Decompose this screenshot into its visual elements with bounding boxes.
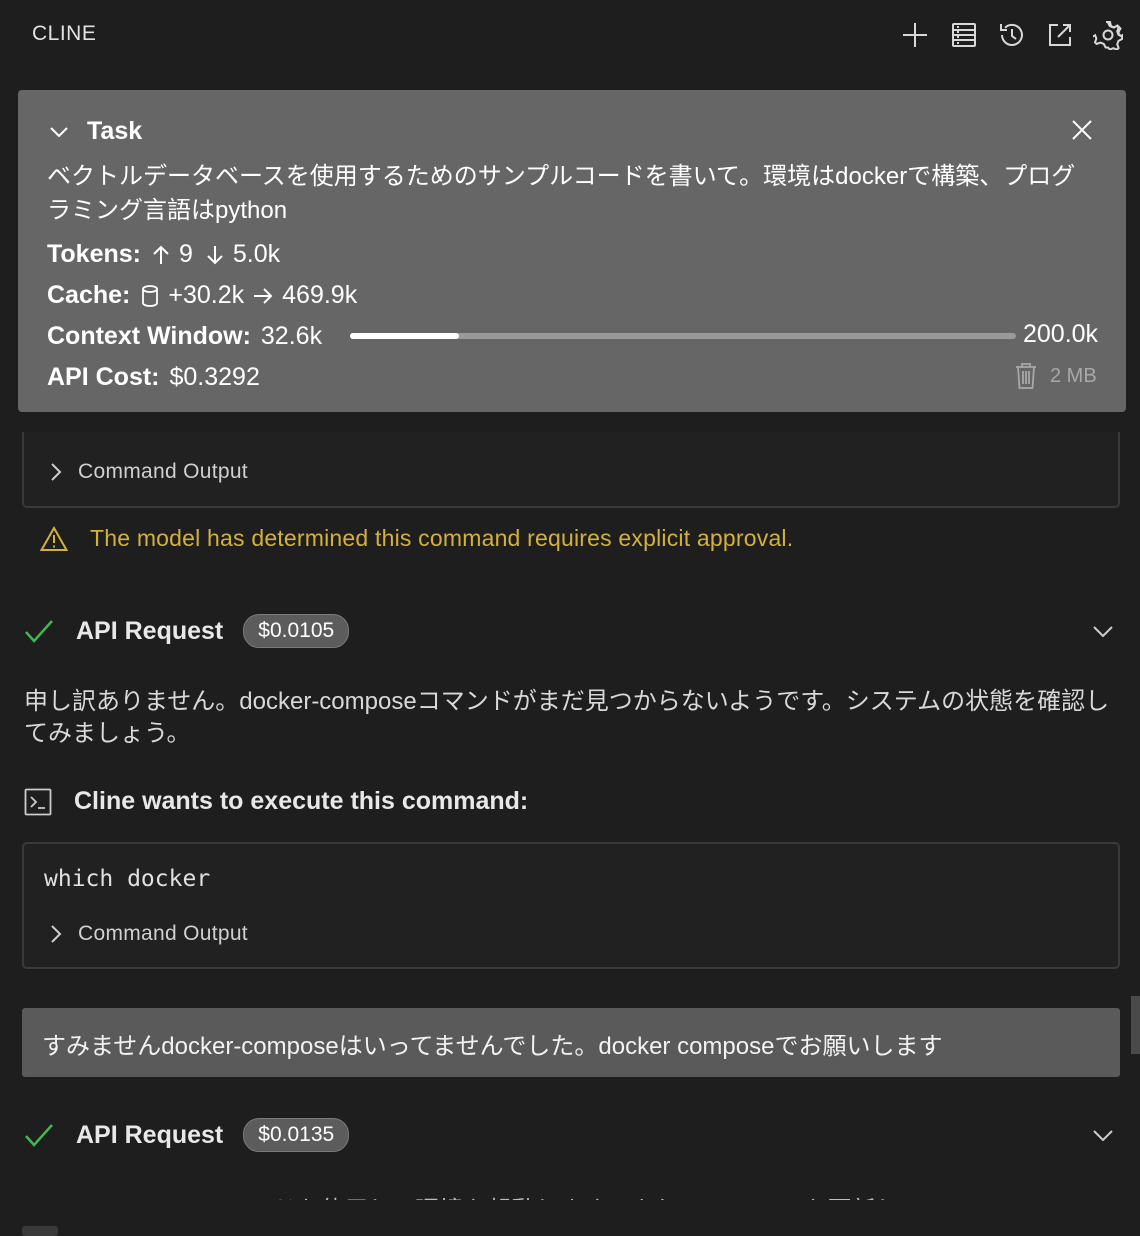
api-cost-stat: API Cost: $0.3292 — [47, 363, 260, 392]
settings-button[interactable] — [1090, 16, 1126, 54]
chevron-right-icon — [51, 463, 62, 481]
new-task-button[interactable] — [897, 16, 933, 54]
arrow-up-icon — [153, 245, 169, 264]
context-max: 200.0k — [1023, 320, 1099, 348]
scrollbar-thumb[interactable] — [1131, 996, 1140, 1054]
gear-icon — [1093, 21, 1123, 50]
cost-badge: $0.0135 — [243, 1118, 350, 1152]
database-icon — [142, 284, 159, 307]
warning-icon — [40, 525, 68, 551]
popout-button[interactable] — [1042, 16, 1078, 54]
context-progress-fill — [350, 333, 459, 339]
cache-write: +30.2k — [168, 281, 245, 309]
cost-badge: $0.0105 — [243, 614, 350, 648]
cache-label: Cache: — [47, 281, 131, 309]
input-area-edge — [22, 1226, 58, 1236]
arrow-down-icon — [207, 245, 223, 264]
command-output-label: Command Output — [78, 460, 248, 483]
cache-stat: Cache: +30.2k 469.9k — [47, 281, 357, 310]
api-request-row[interactable]: API Request $0.0135 — [24, 1115, 1124, 1155]
execute-command-header: Cline wants to execute this command: — [24, 787, 528, 816]
mcp-servers-button[interactable] — [946, 16, 982, 54]
size-value: 2 MB — [1050, 364, 1097, 387]
task-title: Task — [87, 117, 143, 145]
app-title: CLINE — [32, 22, 97, 45]
task-size: 2 MB — [1014, 362, 1097, 390]
context-used: 32.6k — [260, 322, 323, 350]
command-box-previous: Command Output — [22, 432, 1120, 508]
task-text: ベクトルデータベースを使用するためのサンプルコードを書いて。環境はdockerで… — [47, 163, 1076, 224]
command-output-toggle[interactable]: Command Output — [50, 922, 248, 946]
context-window-stat: Context Window: 32.6k — [47, 322, 322, 351]
check-icon — [25, 1124, 53, 1147]
task-panel: Task ベクトルデータベースを使用するためのサンプルコードを書いて。環境はdo… — [18, 90, 1126, 412]
check-icon — [25, 620, 53, 643]
tokens-label: Tokens: — [47, 240, 141, 268]
header: CLINE — [0, 0, 1140, 70]
chevron-down-icon[interactable] — [1092, 621, 1114, 641]
cache-read: 469.9k — [282, 281, 358, 309]
assistant-message: 申し訳ありません。docker-composeコマンドがまだ見つからないようです… — [24, 688, 1110, 747]
execute-command-label: Cline wants to execute this command: — [74, 787, 529, 815]
tokens-stat: Tokens: 9 5.0k — [47, 240, 280, 269]
command-text: which docker — [44, 866, 211, 892]
api-request-label: API Request — [76, 1120, 224, 1149]
api-cost-label: API Cost: — [47, 363, 160, 391]
plus-icon — [903, 23, 927, 47]
viewport-edge — [0, 1200, 1140, 1234]
context-label: Context Window: — [47, 322, 251, 350]
chevron-down-icon[interactable] — [48, 121, 70, 143]
command-box: which docker Command Output — [22, 842, 1120, 969]
user-message: すみませんdocker-composeはいってませんでした。docker com… — [22, 1008, 1120, 1077]
warning-text: The model has determined this command re… — [90, 525, 794, 551]
context-progress-bar — [350, 333, 1016, 339]
mcp-servers-icon — [952, 23, 976, 47]
history-button[interactable] — [994, 16, 1030, 54]
close-icon[interactable] — [1070, 118, 1094, 142]
api-cost-value: $0.3292 — [169, 363, 260, 391]
api-request-row[interactable]: API Request $0.0105 — [24, 611, 1124, 651]
chevron-right-icon — [51, 925, 62, 943]
popout-icon — [1049, 24, 1071, 46]
history-icon — [1000, 23, 1023, 46]
approval-warning: The model has determined this command re… — [40, 525, 793, 552]
tokens-out: 5.0k — [232, 240, 281, 268]
trash-icon[interactable] — [1014, 362, 1038, 390]
command-output-label: Command Output — [78, 922, 248, 945]
arrow-right-icon — [254, 287, 273, 304]
terminal-icon — [24, 788, 52, 815]
chevron-down-icon[interactable] — [1092, 1125, 1114, 1145]
tokens-in: 9 — [179, 240, 193, 268]
user-message-text: すみませんdocker-composeはいってませんでした。docker com… — [42, 1033, 943, 1060]
command-output-toggle[interactable]: Command Output — [50, 460, 248, 484]
api-request-label: API Request — [76, 616, 224, 645]
